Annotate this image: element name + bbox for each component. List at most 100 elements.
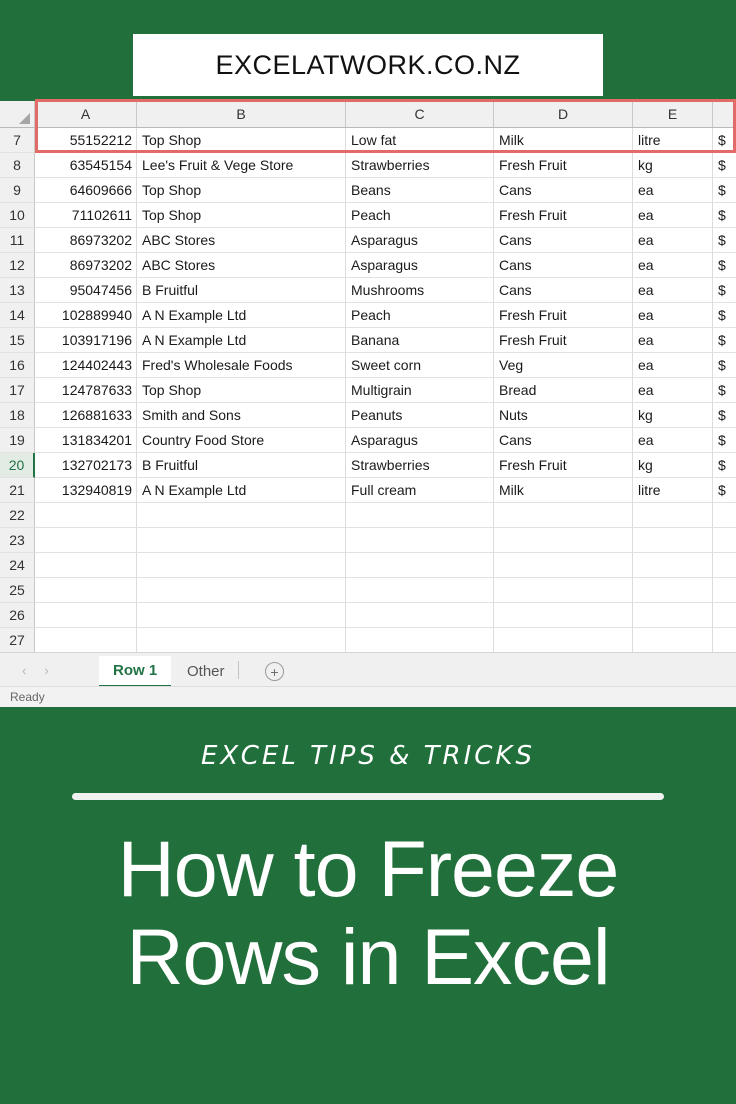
row-header-25[interactable]: 25: [0, 578, 35, 603]
cell-C16[interactable]: Sweet corn: [346, 353, 494, 378]
cell-F18[interactable]: $: [713, 403, 736, 428]
cell-F27[interactable]: [713, 628, 736, 653]
cell-D21[interactable]: Milk: [494, 478, 633, 503]
cell-C14[interactable]: Peach: [346, 303, 494, 328]
cell-F24[interactable]: [713, 553, 736, 578]
row-header-8[interactable]: 8: [0, 153, 35, 178]
cell-B18[interactable]: Smith and Sons: [137, 403, 346, 428]
cell-C18[interactable]: Peanuts: [346, 403, 494, 428]
column-header-e[interactable]: E: [633, 101, 713, 127]
cell-E25[interactable]: [633, 578, 713, 603]
cell-F19[interactable]: $: [713, 428, 736, 453]
row-header-27[interactable]: 27: [0, 628, 35, 653]
cell-E21[interactable]: litre: [633, 478, 713, 503]
row-header-15[interactable]: 15: [0, 328, 35, 353]
cell-B14[interactable]: A N Example Ltd: [137, 303, 346, 328]
cell-E9[interactable]: ea: [633, 178, 713, 203]
cell-B24[interactable]: [137, 553, 346, 578]
cell-C11[interactable]: Asparagus: [346, 228, 494, 253]
cell-D8[interactable]: Fresh Fruit: [494, 153, 633, 178]
cell-E7[interactable]: litre: [633, 128, 713, 153]
column-header-c[interactable]: C: [346, 101, 494, 127]
cell-F26[interactable]: [713, 603, 736, 628]
cell-F16[interactable]: $: [713, 353, 736, 378]
cell-B17[interactable]: Top Shop: [137, 378, 346, 403]
cell-D22[interactable]: [494, 503, 633, 528]
row-header-12[interactable]: 12: [0, 253, 35, 278]
row-header-18[interactable]: 18: [0, 403, 35, 428]
cell-A9[interactable]: 64609666: [35, 178, 137, 203]
cell-F12[interactable]: $: [713, 253, 736, 278]
cell-A16[interactable]: 124402443: [35, 353, 137, 378]
cell-D12[interactable]: Cans: [494, 253, 633, 278]
cell-B10[interactable]: Top Shop: [137, 203, 346, 228]
row-header-11[interactable]: 11: [0, 228, 35, 253]
cell-F20[interactable]: $: [713, 453, 736, 478]
cell-F7[interactable]: $: [713, 128, 736, 153]
next-sheet-arrow-icon[interactable]: ›: [44, 663, 48, 678]
cell-A23[interactable]: [35, 528, 137, 553]
row-header-20[interactable]: 20: [0, 453, 35, 478]
cell-D20[interactable]: Fresh Fruit: [494, 453, 633, 478]
cell-B23[interactable]: [137, 528, 346, 553]
cell-B19[interactable]: Country Food Store: [137, 428, 346, 453]
cell-F8[interactable]: $: [713, 153, 736, 178]
cell-A24[interactable]: [35, 553, 137, 578]
cell-D17[interactable]: Bread: [494, 378, 633, 403]
cell-B12[interactable]: ABC Stores: [137, 253, 346, 278]
cell-E23[interactable]: [633, 528, 713, 553]
cell-D11[interactable]: Cans: [494, 228, 633, 253]
cell-A19[interactable]: 131834201: [35, 428, 137, 453]
cell-D19[interactable]: Cans: [494, 428, 633, 453]
row-header-16[interactable]: 16: [0, 353, 35, 378]
cell-E19[interactable]: ea: [633, 428, 713, 453]
cell-C27[interactable]: [346, 628, 494, 653]
cell-E15[interactable]: ea: [633, 328, 713, 353]
cell-C9[interactable]: Beans: [346, 178, 494, 203]
cell-B7[interactable]: Top Shop: [137, 128, 346, 153]
cell-A20[interactable]: 132702173: [35, 453, 137, 478]
cell-F14[interactable]: $: [713, 303, 736, 328]
cell-B25[interactable]: [137, 578, 346, 603]
cell-C23[interactable]: [346, 528, 494, 553]
row-header-21[interactable]: 21: [0, 478, 35, 503]
cell-F23[interactable]: [713, 528, 736, 553]
column-header-b[interactable]: B: [137, 101, 346, 127]
cell-B20[interactable]: B Fruitful: [137, 453, 346, 478]
cell-A27[interactable]: [35, 628, 137, 653]
cell-D10[interactable]: Fresh Fruit: [494, 203, 633, 228]
prev-sheet-arrow-icon[interactable]: ‹: [22, 663, 26, 678]
cell-B15[interactable]: A N Example Ltd: [137, 328, 346, 353]
cell-A17[interactable]: 124787633: [35, 378, 137, 403]
cell-D18[interactable]: Nuts: [494, 403, 633, 428]
cell-D23[interactable]: [494, 528, 633, 553]
cell-C25[interactable]: [346, 578, 494, 603]
cell-C7[interactable]: Low fat: [346, 128, 494, 153]
column-header-d[interactable]: D: [494, 101, 633, 127]
cell-D15[interactable]: Fresh Fruit: [494, 328, 633, 353]
cell-E27[interactable]: [633, 628, 713, 653]
cell-B26[interactable]: [137, 603, 346, 628]
row-header-14[interactable]: 14: [0, 303, 35, 328]
row-header-26[interactable]: 26: [0, 603, 35, 628]
row-header-7[interactable]: 7: [0, 128, 35, 153]
cell-E10[interactable]: ea: [633, 203, 713, 228]
cell-A13[interactable]: 95047456: [35, 278, 137, 303]
cell-F22[interactable]: [713, 503, 736, 528]
cell-F10[interactable]: $: [713, 203, 736, 228]
row-header-13[interactable]: 13: [0, 278, 35, 303]
cell-C12[interactable]: Asparagus: [346, 253, 494, 278]
cell-A14[interactable]: 102889940: [35, 303, 137, 328]
cell-B9[interactable]: Top Shop: [137, 178, 346, 203]
cell-A7[interactable]: 55152212: [35, 128, 137, 153]
sheet-tab-other[interactable]: Other: [173, 656, 239, 687]
cell-F17[interactable]: $: [713, 378, 736, 403]
cell-B16[interactable]: Fred's Wholesale Foods: [137, 353, 346, 378]
cell-D13[interactable]: Cans: [494, 278, 633, 303]
cell-E8[interactable]: kg: [633, 153, 713, 178]
sheet-tab-row-1[interactable]: Row 1: [99, 656, 172, 687]
cell-E16[interactable]: ea: [633, 353, 713, 378]
cell-A18[interactable]: 126881633: [35, 403, 137, 428]
cell-D14[interactable]: Fresh Fruit: [494, 303, 633, 328]
cell-C21[interactable]: Full cream: [346, 478, 494, 503]
